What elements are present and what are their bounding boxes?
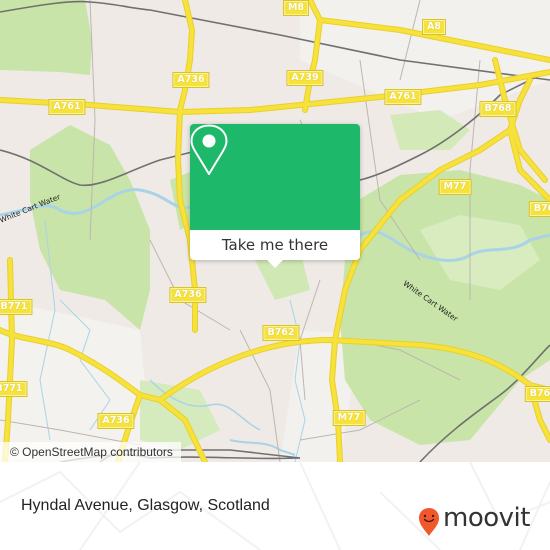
road-label-a761: A761 xyxy=(384,89,422,105)
map-attribution[interactable]: © OpenStreetMap contributors xyxy=(0,442,181,462)
take-me-there-button[interactable]: Take me there xyxy=(190,230,360,260)
road-label-a8: A8 xyxy=(422,19,446,35)
location-popup: Take me there xyxy=(190,124,360,268)
road-label-b768: B768 xyxy=(479,101,517,117)
road-label-a736: A736 xyxy=(172,72,210,88)
road-label-b771: B771 xyxy=(0,381,28,397)
park-area xyxy=(30,125,150,330)
road-label-b76: B76 xyxy=(524,386,550,402)
road-label-b771: B771 xyxy=(0,299,33,315)
park-area xyxy=(0,0,92,75)
popup-header xyxy=(190,124,360,230)
road-label-a736: A736 xyxy=(97,413,135,429)
map-view[interactable]: M8 A8 A736 A739 A761 A761 B768 M77 B76 A… xyxy=(0,0,550,462)
road-label-m77: M77 xyxy=(332,410,366,426)
road-label-a736: A736 xyxy=(169,287,207,303)
road-label-a761: A761 xyxy=(48,99,86,115)
moovit-wordmark: moovit xyxy=(443,503,530,533)
road-label-b762: B762 xyxy=(262,325,300,341)
road-label-b76: B76 xyxy=(528,201,550,217)
footer-bar: Hyndal Avenue, Glasgow, Scotland moovit xyxy=(0,462,550,550)
popup-pointer xyxy=(266,259,284,268)
location-pin-icon xyxy=(190,124,228,175)
location-address: Hyndal Avenue, Glasgow, Scotland xyxy=(21,497,270,514)
road-label-m77: M77 xyxy=(438,179,472,195)
road-label-m8: M8 xyxy=(282,0,310,16)
road-label-a739: A739 xyxy=(286,70,324,86)
moovit-smiley-pin-icon xyxy=(419,508,439,536)
